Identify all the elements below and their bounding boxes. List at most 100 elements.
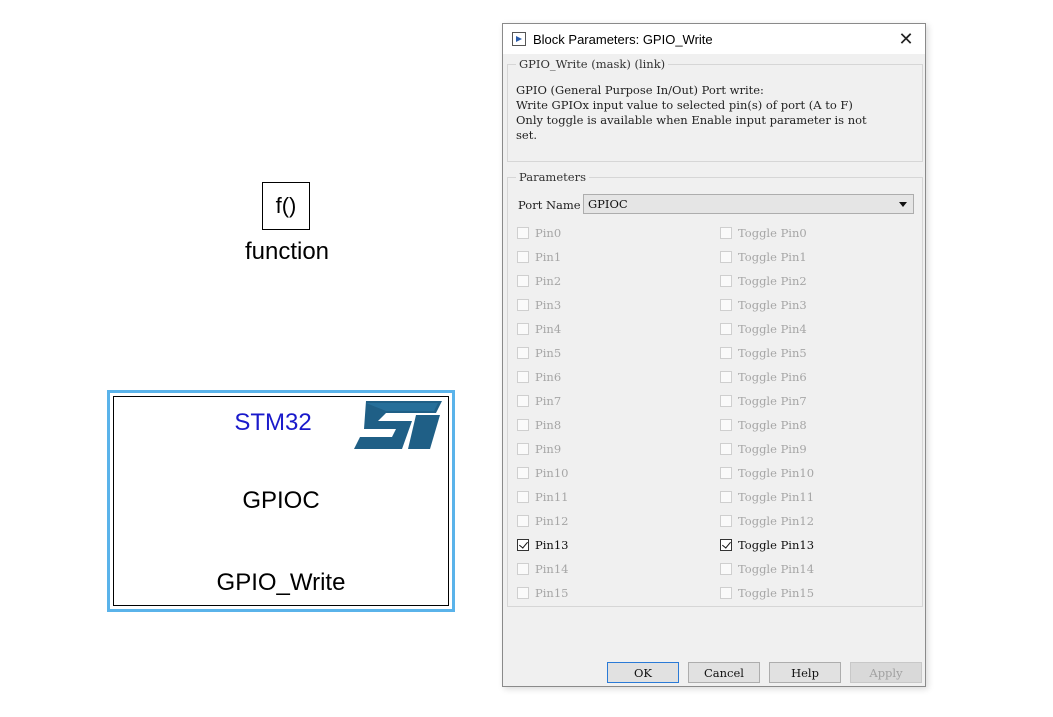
checkbox-label: Pin8	[535, 418, 562, 432]
checkbox-icon[interactable]	[517, 227, 529, 239]
mask-description-group: GPIO_Write (mask) (link) GPIO (General P…	[507, 57, 923, 162]
toggle-pin-0-checkbox[interactable]: Toggle Pin0	[720, 225, 807, 241]
checkbox-icon[interactable]	[517, 587, 529, 599]
pin-4-checkbox[interactable]: Pin4	[517, 321, 561, 337]
close-icon: ✕	[898, 28, 914, 50]
checkbox-label: Toggle Pin7	[738, 394, 807, 408]
mask-group-legend: GPIO_Write (mask) (link)	[516, 57, 669, 71]
toggle-pin-14-checkbox[interactable]: Toggle Pin14	[720, 561, 814, 577]
checkbox-icon[interactable]	[720, 419, 732, 431]
checkbox-icon[interactable]	[517, 347, 529, 359]
checkbox-icon[interactable]	[517, 275, 529, 287]
toggle-pin-3-checkbox[interactable]: Toggle Pin3	[720, 297, 807, 313]
toggle-pin-5-checkbox[interactable]: Toggle Pin5	[720, 345, 807, 361]
dialog-titlebar[interactable]: Block Parameters: GPIO_Write ✕	[503, 24, 925, 54]
checkbox-icon[interactable]	[517, 419, 529, 431]
checkbox-icon[interactable]	[720, 299, 732, 311]
port-name-select[interactable]: GPIOC	[583, 194, 914, 214]
checkbox-icon[interactable]	[720, 227, 732, 239]
checkbox-label: Pin11	[535, 490, 569, 504]
checkbox-label: Pin13	[535, 538, 569, 552]
checkbox-icon[interactable]	[720, 515, 732, 527]
checkbox-icon[interactable]	[720, 491, 732, 503]
pin-3-checkbox[interactable]: Pin3	[517, 297, 561, 313]
toggle-pin-9-checkbox[interactable]: Toggle Pin9	[720, 441, 807, 457]
close-button[interactable]: ✕	[893, 26, 919, 52]
checkbox-icon[interactable]	[720, 323, 732, 335]
checkbox-icon[interactable]	[517, 371, 529, 383]
dialog-title: Block Parameters: GPIO_Write	[533, 31, 713, 47]
checkbox-label: Pin12	[535, 514, 569, 528]
toggle-pin-8-checkbox[interactable]: Toggle Pin8	[720, 417, 807, 433]
stm32-block-name: GPIO_Write	[216, 569, 346, 596]
checkbox-label: Pin3	[535, 298, 562, 312]
mask-description: GPIO (General Purpose In/Out) Port write…	[516, 83, 867, 142]
pin-11-checkbox[interactable]: Pin11	[517, 489, 568, 505]
checkbox-icon[interactable]	[720, 251, 732, 263]
toggle-pin-1-checkbox[interactable]: Toggle Pin1	[720, 249, 807, 265]
checkbox-label: Toggle Pin6	[738, 370, 807, 384]
checkbox-icon[interactable]	[517, 491, 529, 503]
checkbox-label: Toggle Pin10	[738, 466, 815, 480]
pin-0-checkbox[interactable]: Pin0	[517, 225, 561, 241]
checkbox-icon[interactable]	[720, 395, 732, 407]
checkbox-icon[interactable]	[517, 299, 529, 311]
checkbox-checked-icon[interactable]	[517, 539, 529, 551]
pin-15-checkbox[interactable]: Pin15	[517, 585, 568, 601]
pin-6-checkbox[interactable]: Pin6	[517, 369, 561, 385]
pin-12-checkbox[interactable]: Pin12	[517, 513, 568, 529]
toggle-pin-10-checkbox[interactable]: Toggle Pin10	[720, 465, 814, 481]
pin-2-checkbox[interactable]: Pin2	[517, 273, 561, 289]
checkbox-checked-icon[interactable]	[720, 539, 732, 551]
stm32-block-selection[interactable]: STM32 GPIOC GPIO_Write	[107, 390, 455, 612]
ok-button[interactable]: OK	[607, 662, 679, 683]
toggle-pin-15-checkbox[interactable]: Toggle Pin15	[720, 585, 814, 601]
cancel-button[interactable]: Cancel	[688, 662, 760, 683]
parameters-group: Parameters Port Name GPIOC Pin0 Pin1 Pin2 P…	[507, 170, 923, 607]
checkbox-icon[interactable]	[720, 467, 732, 479]
toggle-pin-12-checkbox[interactable]: Toggle Pin12	[720, 513, 814, 529]
pin-8-checkbox[interactable]: Pin8	[517, 417, 561, 433]
help-button[interactable]: Help	[769, 662, 841, 683]
toggle-pin-4-checkbox[interactable]: Toggle Pin4	[720, 321, 807, 337]
checkbox-icon[interactable]	[517, 395, 529, 407]
checkbox-label: Pin7	[535, 394, 562, 408]
toggle-pin-2-checkbox[interactable]: Toggle Pin2	[720, 273, 807, 289]
checkbox-label: Pin5	[535, 346, 562, 360]
checkbox-label: Toggle Pin5	[738, 346, 807, 360]
checkbox-label: Toggle Pin14	[738, 562, 815, 576]
checkbox-icon[interactable]	[720, 371, 732, 383]
pin-5-checkbox[interactable]: Pin5	[517, 345, 561, 361]
checkbox-icon[interactable]	[720, 563, 732, 575]
checkbox-icon[interactable]	[720, 443, 732, 455]
pin-9-checkbox[interactable]: Pin9	[517, 441, 561, 457]
checkbox-icon[interactable]	[517, 563, 529, 575]
pin-7-checkbox[interactable]: Pin7	[517, 393, 561, 409]
checkbox-label: Pin4	[535, 322, 562, 336]
pin-10-checkbox[interactable]: Pin10	[517, 465, 568, 481]
checkbox-icon[interactable]	[720, 587, 732, 599]
toggle-pin-11-checkbox[interactable]: Toggle Pin11	[720, 489, 814, 505]
checkbox-icon[interactable]	[517, 323, 529, 335]
checkbox-icon[interactable]	[720, 275, 732, 287]
checkbox-label: Pin6	[535, 370, 562, 384]
checkbox-label: Pin1	[535, 250, 562, 264]
port-name-label: Port Name	[518, 198, 581, 212]
checkbox-icon[interactable]	[517, 467, 529, 479]
toggle-pin-13-checkbox[interactable]: Toggle Pin13	[720, 537, 814, 553]
pin-13-checkbox[interactable]: Pin13	[517, 537, 568, 553]
checkbox-label: Pin9	[535, 442, 562, 456]
pin-14-checkbox[interactable]: Pin14	[517, 561, 568, 577]
checkbox-icon[interactable]	[517, 443, 529, 455]
apply-button[interactable]: Apply	[850, 662, 922, 683]
toggle-pin-7-checkbox[interactable]: Toggle Pin7	[720, 393, 807, 409]
checkbox-icon[interactable]	[517, 515, 529, 527]
checkbox-label: Pin15	[535, 586, 569, 600]
checkbox-icon[interactable]	[720, 347, 732, 359]
checkbox-label: Toggle Pin2	[738, 274, 807, 288]
checkbox-icon[interactable]	[517, 251, 529, 263]
stm32-gpio-write-block[interactable]: STM32 GPIOC GPIO_Write	[113, 396, 449, 606]
pin-1-checkbox[interactable]: Pin1	[517, 249, 561, 265]
function-block[interactable]: f()	[262, 182, 310, 230]
toggle-pin-6-checkbox[interactable]: Toggle Pin6	[720, 369, 807, 385]
